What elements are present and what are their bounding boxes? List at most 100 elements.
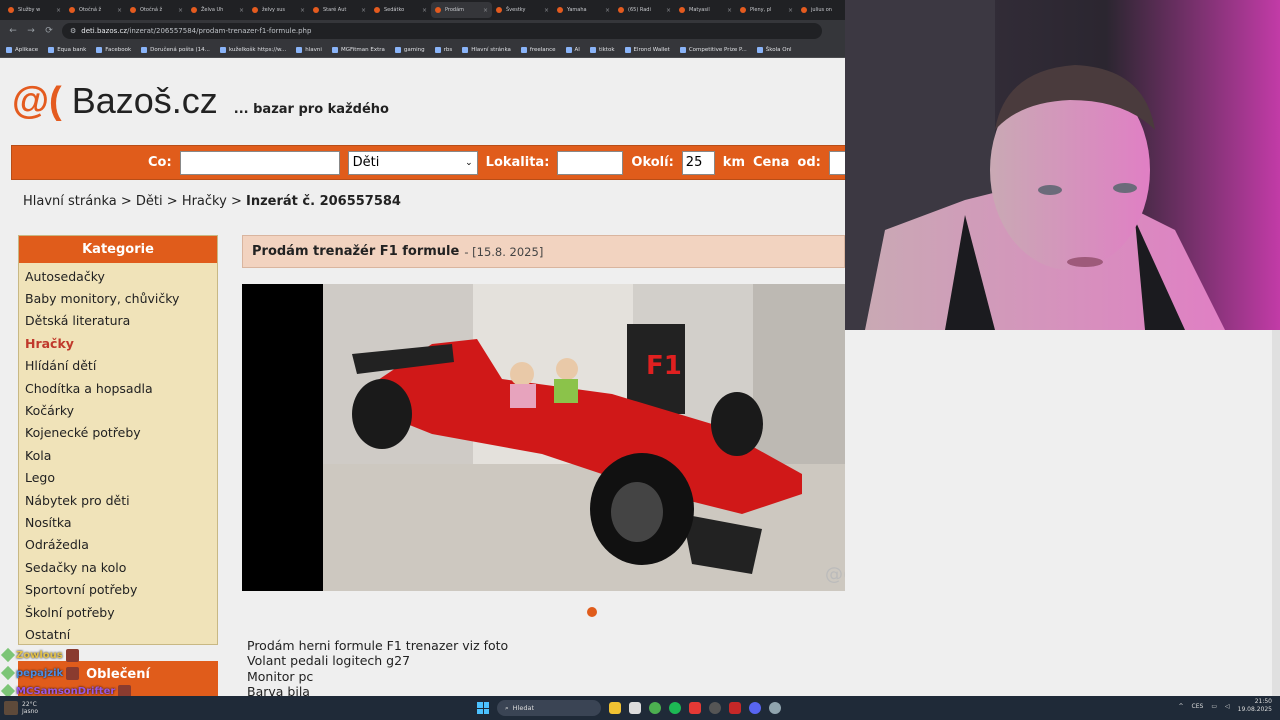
browser-tab[interactable]: Yamaha × bbox=[553, 2, 614, 18]
site-logo[interactable]: @( Bazoš.cz ... bazar pro každého bbox=[12, 80, 389, 123]
browser-tab[interactable]: Sedátko × bbox=[370, 2, 431, 18]
browser-tab[interactable]: Pleny, pl × bbox=[736, 2, 797, 18]
taskbar-search[interactable]: ⌕ Hledat bbox=[497, 700, 601, 716]
category-item[interactable]: Ostatní bbox=[19, 623, 217, 645]
breadcrumb-section[interactable]: Děti bbox=[136, 194, 163, 209]
search-bar: Co: Děti ⌄ Lokalita: Okolí: km Cena od: bbox=[11, 145, 861, 180]
file-explorer-icon[interactable] bbox=[609, 702, 621, 714]
browser-tab[interactable]: Želva Uh × bbox=[187, 2, 248, 18]
page-scrollbar[interactable] bbox=[1272, 330, 1280, 696]
bookmark-icon bbox=[48, 46, 55, 53]
forward-icon[interactable]: → bbox=[26, 26, 36, 36]
browser-tab[interactable]: Matyasil × bbox=[675, 2, 736, 18]
bookmark-icon bbox=[434, 46, 441, 53]
close-icon[interactable]: × bbox=[178, 7, 183, 14]
breadcrumb-category[interactable]: Hračky bbox=[182, 194, 227, 209]
bookmark-item[interactable]: tiktok bbox=[589, 46, 615, 53]
search-input[interactable] bbox=[179, 150, 340, 175]
browser-tab[interactable]: Otočná ž × bbox=[65, 2, 126, 18]
close-icon[interactable]: × bbox=[361, 7, 366, 14]
settings-icon[interactable] bbox=[769, 702, 781, 714]
bookmark-item[interactable]: Doručená pošta (14... bbox=[141, 46, 210, 53]
bookmark-item[interactable]: Elrond Wallet bbox=[624, 46, 670, 53]
category-item[interactable]: Sedačky na kolo bbox=[19, 556, 217, 578]
category-item[interactable]: Chodítka a hopsadla bbox=[19, 377, 217, 399]
close-icon[interactable]: × bbox=[422, 7, 427, 14]
close-icon[interactable]: × bbox=[605, 7, 610, 14]
reload-icon[interactable]: ⟳ bbox=[44, 26, 54, 36]
weather-widget[interactable]: 22°C Jasno bbox=[0, 701, 38, 715]
obs-icon[interactable] bbox=[709, 702, 721, 714]
close-icon[interactable]: × bbox=[239, 7, 244, 14]
browser-tab[interactable]: Služby w × bbox=[4, 2, 65, 18]
category-item[interactable]: Školní potřeby bbox=[19, 601, 217, 623]
app-red-icon[interactable] bbox=[689, 702, 701, 714]
browser-tab[interactable]: Otočná ž × bbox=[126, 2, 187, 18]
lokalita-input[interactable] bbox=[557, 150, 624, 175]
bookmark-label: tiktok bbox=[598, 46, 615, 53]
volume-icon[interactable]: ◁ bbox=[1225, 703, 1230, 710]
tray-chevron-icon[interactable]: ^ bbox=[1179, 703, 1184, 710]
bookmark-item[interactable]: hlavni bbox=[296, 46, 322, 53]
bookmark-item[interactable]: Hlavní stránka bbox=[462, 46, 511, 53]
bookmark-item[interactable]: kuželkošk https://w... bbox=[219, 46, 286, 53]
category-item[interactable]: Hračky bbox=[19, 332, 217, 354]
bookmark-item[interactable]: freelance bbox=[520, 46, 556, 53]
bookmark-item[interactable]: Škola Onl bbox=[756, 46, 792, 53]
discord-icon[interactable] bbox=[749, 702, 761, 714]
browser-tab[interactable]: Švestky × bbox=[492, 2, 553, 18]
category-item[interactable]: Dětská literatura bbox=[19, 310, 217, 332]
close-icon[interactable]: × bbox=[544, 7, 549, 14]
bookmark-label: Škola Onl bbox=[765, 46, 792, 53]
site-info-icon[interactable]: ⚙ bbox=[70, 27, 76, 35]
browser-tab[interactable]: želvy sus × bbox=[248, 2, 309, 18]
browser-tab[interactable]: Staré Aut × bbox=[309, 2, 370, 18]
chrome-icon[interactable] bbox=[649, 702, 661, 714]
ad-photo[interactable]: F1 @( Bazos.cz bbox=[242, 284, 942, 591]
category-item[interactable]: Lego bbox=[19, 467, 217, 489]
category-item[interactable]: Kočárky bbox=[19, 399, 217, 421]
close-icon[interactable]: × bbox=[483, 7, 488, 14]
category-item[interactable]: Sportovní potřeby bbox=[19, 578, 217, 600]
bookmark-item[interactable]: AI bbox=[565, 46, 580, 53]
close-icon[interactable]: × bbox=[666, 7, 671, 14]
tab-favicon-icon bbox=[557, 7, 563, 13]
close-icon[interactable]: × bbox=[727, 7, 732, 14]
url-field[interactable]: ⚙ deti.bazos.cz/inzerat/206557584/prodam… bbox=[62, 23, 822, 39]
network-icon[interactable]: ▭ bbox=[1211, 703, 1217, 710]
browser-tab[interactable]: Prodám × bbox=[431, 2, 492, 18]
photo-pager-dot[interactable] bbox=[587, 607, 597, 617]
bookmark-item[interactable]: Aplikace bbox=[6, 46, 38, 53]
back-icon[interactable]: ← bbox=[8, 26, 18, 36]
breadcrumb-home[interactable]: Hlavní stránka bbox=[23, 194, 117, 209]
bookmark-item[interactable]: rbs bbox=[434, 46, 452, 53]
category-item[interactable]: Hlídání dětí bbox=[19, 355, 217, 377]
category-item[interactable]: Kola bbox=[19, 444, 217, 466]
category-item[interactable]: Autosedačky bbox=[19, 265, 217, 287]
category-select[interactable]: Děti ⌄ bbox=[347, 150, 478, 175]
browser-tab[interactable]: (65) Radi × bbox=[614, 2, 675, 18]
bookmark-item[interactable]: Competitive Prize P... bbox=[679, 46, 747, 53]
close-icon[interactable]: × bbox=[56, 7, 61, 14]
category-item[interactable]: Nábytek pro děti bbox=[19, 489, 217, 511]
bookmark-label: hlavni bbox=[305, 46, 322, 53]
category-item[interactable]: Baby monitory, chůvičky bbox=[19, 287, 217, 309]
okoli-input[interactable] bbox=[681, 150, 715, 175]
close-icon[interactable]: × bbox=[300, 7, 305, 14]
bookmark-item[interactable]: Equa bank bbox=[48, 46, 87, 53]
bookmark-item[interactable]: gaming bbox=[394, 46, 425, 53]
category-item[interactable]: Odrážedla bbox=[19, 534, 217, 556]
windows-start-icon[interactable] bbox=[477, 702, 489, 714]
bookmark-label: Equa bank bbox=[57, 46, 87, 53]
category-item[interactable]: Kojenecké potřeby bbox=[19, 422, 217, 444]
bookmark-item[interactable]: MGFitman Extra bbox=[331, 46, 385, 53]
close-icon[interactable]: × bbox=[117, 7, 122, 14]
spotify-icon[interactable] bbox=[669, 702, 681, 714]
terminal-icon[interactable] bbox=[629, 702, 641, 714]
bookmark-item[interactable]: Facebook bbox=[96, 46, 131, 53]
taskbar-clock[interactable]: 21:50 19.08.2025 bbox=[1238, 698, 1272, 714]
close-icon[interactable]: × bbox=[788, 7, 793, 14]
language-indicator[interactable]: CES bbox=[1192, 703, 1204, 710]
category-item[interactable]: Nosítka bbox=[19, 511, 217, 533]
app-mail-icon[interactable] bbox=[729, 702, 741, 714]
